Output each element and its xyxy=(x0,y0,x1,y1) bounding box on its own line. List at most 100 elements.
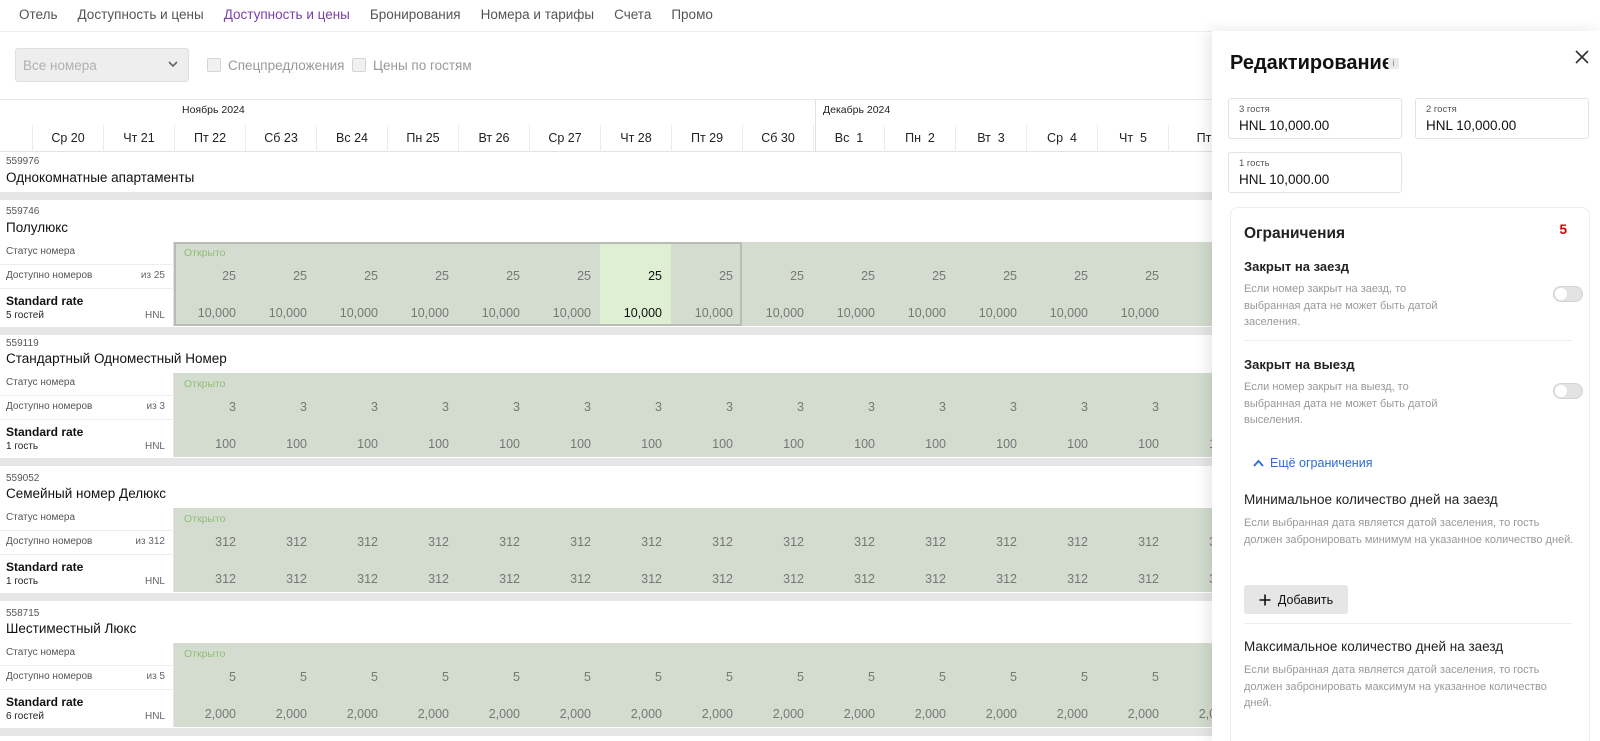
price-cell[interactable]: 312 xyxy=(955,572,1026,586)
day-header[interactable]: Чт 5 xyxy=(1098,125,1169,152)
availability-cell[interactable]: 312 xyxy=(884,535,955,549)
availability-cell[interactable]: 25 xyxy=(245,269,316,283)
availability-cell[interactable]: 3 xyxy=(458,400,529,414)
price-cell[interactable]: 2,000 xyxy=(671,707,742,721)
price-field-2-guests[interactable]: 2 гостя HNL 10,000.00 xyxy=(1415,98,1589,139)
price-cell[interactable]: 100 xyxy=(458,437,529,451)
close-icon[interactable] xyxy=(1574,49,1590,65)
price-cell[interactable]: 312 xyxy=(1168,572,1212,586)
availability-cell[interactable]: 3 xyxy=(742,400,813,414)
price-cell[interactable]: 312 xyxy=(529,572,600,586)
price-cell[interactable]: 2,000 xyxy=(245,707,316,721)
availability-cell[interactable]: 312 xyxy=(174,535,245,549)
room-name[interactable]: Полулюкс xyxy=(6,220,68,235)
day-header[interactable]: Пт 29 xyxy=(672,125,743,152)
price-cell[interactable]: 2,000 xyxy=(813,707,884,721)
availability-cell[interactable]: 5 xyxy=(1168,670,1212,684)
rate-name[interactable]: Standard rate xyxy=(6,560,83,574)
availability-cell[interactable]: 5 xyxy=(955,670,1026,684)
availability-cell[interactable]: 3 xyxy=(1168,400,1212,414)
price-cell[interactable]: 312 xyxy=(813,572,884,586)
closed-departure-toggle[interactable] xyxy=(1553,383,1583,399)
price-cell[interactable]: 10,000 xyxy=(1097,306,1168,320)
availability-cell[interactable]: 5 xyxy=(316,670,387,684)
price-cell[interactable]: 100 xyxy=(671,437,742,451)
nav-item-hotel[interactable]: Отель xyxy=(19,7,58,22)
nav-item-invoices[interactable]: Счета xyxy=(614,7,651,22)
availability-cell[interactable]: 312 xyxy=(600,535,671,549)
price-cell[interactable]: 2,000 xyxy=(458,707,529,721)
rate-grid[interactable]: Открыто 25 10,000 25 10,000 25 10,000 25 10,000 2… xyxy=(174,242,1212,326)
day-header[interactable]: Пн 2 xyxy=(885,125,956,152)
price-cell[interactable]: 100 xyxy=(813,437,884,451)
day-header[interactable]: Вт 3 xyxy=(956,125,1027,152)
price-cell[interactable]: 100 xyxy=(742,437,813,451)
rate-grid[interactable]: Открыто 3 100 3 100 3 100 3 100 3 100 3 100 3 100 3 100 3… xyxy=(174,373,1212,457)
availability-cell[interactable]: 312 xyxy=(1026,535,1097,549)
price-cell[interactable]: 100 xyxy=(174,437,245,451)
availability-cell[interactable]: 25 xyxy=(387,269,458,283)
day-header[interactable]: Сб 30 xyxy=(743,125,814,152)
availability-cell[interactable]: 25 xyxy=(529,269,600,283)
price-cell[interactable]: 10 xyxy=(1168,306,1212,320)
nav-item-bookings[interactable]: Бронирования xyxy=(370,7,461,22)
price-cell[interactable]: 100 xyxy=(955,437,1026,451)
price-cell[interactable]: 100 xyxy=(387,437,458,451)
day-header[interactable]: 9 xyxy=(0,125,33,152)
availability-cell[interactable]: 5 xyxy=(174,670,245,684)
price-cell[interactable]: 10,000 xyxy=(387,306,458,320)
availability-cell[interactable]: 25 xyxy=(174,269,245,283)
nav-item-rooms-rates[interactable]: Номера и тарифы xyxy=(481,7,595,22)
price-cell[interactable]: 10,000 xyxy=(742,306,813,320)
price-cell[interactable]: 10,000 xyxy=(529,306,600,320)
day-header[interactable]: Ср 4 xyxy=(1027,125,1098,152)
availability-cell[interactable]: 3 xyxy=(600,400,671,414)
price-cell[interactable]: 312 xyxy=(671,572,742,586)
price-cell[interactable]: 312 xyxy=(600,572,671,586)
availability-cell[interactable]: 3 xyxy=(529,400,600,414)
availability-cell[interactable]: 312 xyxy=(316,535,387,549)
price-cell[interactable]: 100 xyxy=(529,437,600,451)
price-cell[interactable]: 2,000 xyxy=(387,707,458,721)
availability-cell[interactable]: 25 xyxy=(458,269,529,283)
price-cell[interactable]: 10,000 xyxy=(671,306,742,320)
day-header[interactable]: Вс 24 xyxy=(317,125,388,152)
day-header[interactable]: Пт xyxy=(1169,125,1212,152)
availability-cell[interactable]: 312 xyxy=(529,535,600,549)
availability-cell[interactable]: 312 xyxy=(458,535,529,549)
room-name[interactable]: Стандартный Одноместный Номер xyxy=(6,351,227,366)
day-header[interactable]: Чт 21 xyxy=(104,125,175,152)
nav-item-availability-active[interactable]: Доступность и цены xyxy=(224,7,350,22)
price-cell[interactable]: 100 xyxy=(1097,437,1168,451)
price-cell[interactable]: 312 xyxy=(316,572,387,586)
availability-cell[interactable]: 25 xyxy=(600,269,671,283)
day-header[interactable]: Сб 23 xyxy=(246,125,317,152)
price-field-3-guests[interactable]: 3 гостя HNL 10,000.00 xyxy=(1228,98,1402,139)
price-cell[interactable]: 2,000 xyxy=(174,707,245,721)
nav-item-promo[interactable]: Промо xyxy=(671,7,713,22)
availability-cell[interactable]: 25 xyxy=(1026,269,1097,283)
availability-cell[interactable]: 312 xyxy=(671,535,742,549)
price-cell[interactable]: 312 xyxy=(1026,572,1097,586)
availability-cell[interactable]: 5 xyxy=(458,670,529,684)
closed-arrival-toggle[interactable] xyxy=(1553,286,1583,302)
price-cell[interactable]: 2,000 xyxy=(1097,707,1168,721)
availability-cell[interactable]: 3 xyxy=(671,400,742,414)
price-cell[interactable]: 312 xyxy=(174,572,245,586)
availability-cell[interactable]: 3 xyxy=(884,400,955,414)
day-header[interactable]: Вс 1 xyxy=(814,125,885,152)
availability-cell[interactable]: 312 xyxy=(387,535,458,549)
availability-cell[interactable]: 312 xyxy=(1168,535,1212,549)
availability-cell[interactable]: 25 xyxy=(742,269,813,283)
availability-cell[interactable]: 5 xyxy=(387,670,458,684)
checkbox-box[interactable] xyxy=(207,58,221,72)
availability-cell[interactable]: 5 xyxy=(600,670,671,684)
availability-cell[interactable]: 25 xyxy=(1097,269,1168,283)
availability-cell[interactable]: 5 xyxy=(884,670,955,684)
price-cell[interactable]: 2,000 xyxy=(884,707,955,721)
availability-cell[interactable]: 3 xyxy=(174,400,245,414)
availability-cell[interactable]: 25 xyxy=(955,269,1026,283)
availability-cell[interactable]: 25 xyxy=(316,269,387,283)
price-cell[interactable]: 100 xyxy=(245,437,316,451)
price-cell[interactable]: 10,000 xyxy=(955,306,1026,320)
